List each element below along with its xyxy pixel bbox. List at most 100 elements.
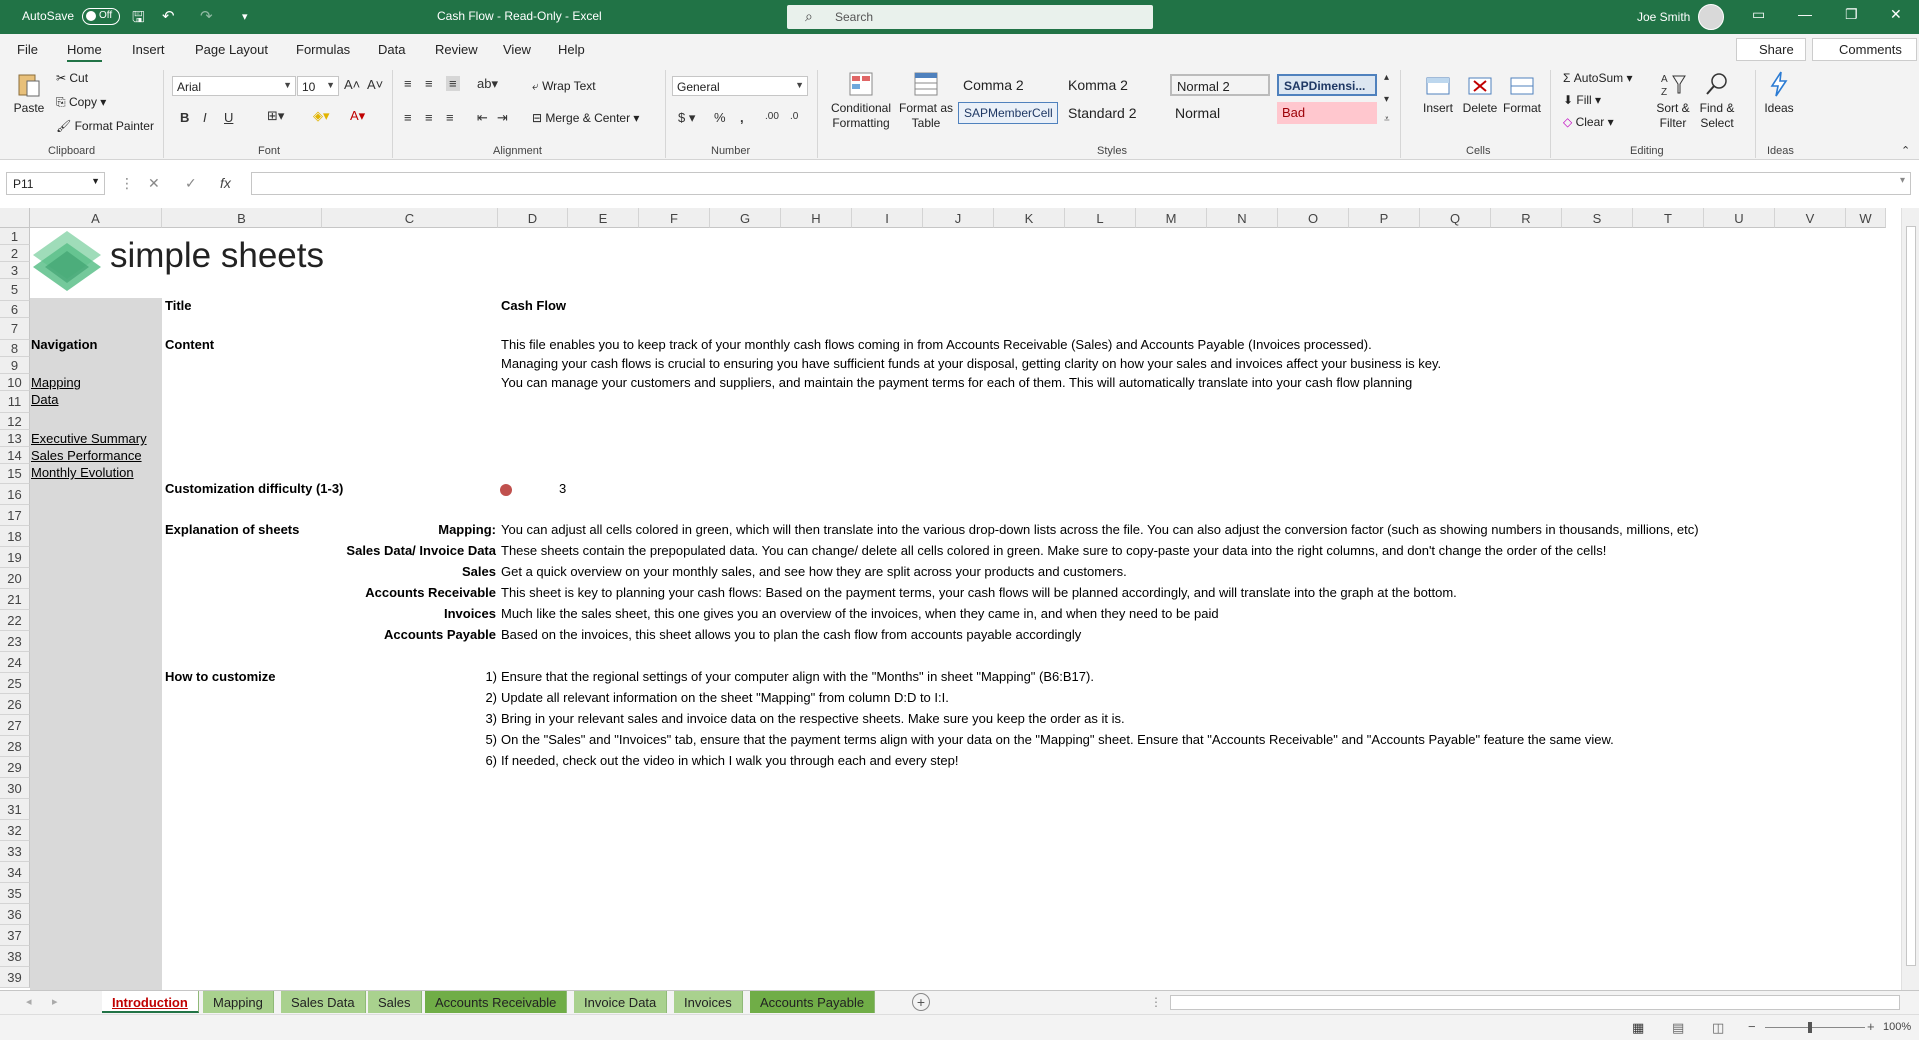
style-normal[interactable]: Normal [1170,102,1270,124]
column-header-s[interactable]: S [1562,208,1633,228]
autosave-toggle[interactable]: Off [82,8,120,25]
column-header-p[interactable]: P [1349,208,1420,228]
minimize-icon[interactable]: — [1798,6,1812,22]
sheet-tab-introduction[interactable]: Introduction [102,991,199,1013]
row-header-29[interactable]: 29 [0,757,30,778]
expand-formula-icon[interactable]: ▾ [1900,175,1905,186]
column-header-j[interactable]: J [923,208,994,228]
tab-home[interactable]: Home [67,42,102,62]
orientation-icon[interactable]: ab▾ [477,76,498,92]
number-format-select[interactable]: General ▼ [672,76,808,96]
nav-link-data[interactable]: Data [31,392,58,407]
font-family-select[interactable]: Arial ▼ [172,76,296,96]
bold-button[interactable]: B [180,110,189,125]
tab-splitter-icon[interactable]: ⋮ [1150,995,1162,1009]
format-as-table-button[interactable]: Format as Table [898,70,954,131]
zoom-in-icon[interactable]: + [1867,1019,1875,1034]
sort-filter-button[interactable]: AZ Sort & Filter [1652,70,1694,131]
italic-button[interactable]: I [203,110,207,125]
currency-icon[interactable]: $ ▾ [678,110,695,126]
user-name[interactable]: Joe Smith [1637,10,1690,24]
row-header-16[interactable]: 16 [0,484,30,505]
cancel-icon[interactable]: ✕ [148,175,160,192]
merge-center-button[interactable]: ⊟ Merge & Center ▾ [532,111,639,125]
tab-data[interactable]: Data [378,42,405,57]
column-header-l[interactable]: L [1065,208,1136,228]
row-header-24[interactable]: 24 [0,652,30,673]
restore-icon[interactable]: ❐ [1845,6,1858,23]
row-header-17[interactable]: 17 [0,505,30,526]
page-layout-view-icon[interactable]: ▤ [1672,1020,1684,1036]
row-header-36[interactable]: 36 [0,904,30,925]
column-header-f[interactable]: F [639,208,710,228]
scrollbar-thumb[interactable] [1906,226,1916,966]
spreadsheet-grid[interactable]: ABCDEFGHIJKLMNOPQRSTUVW 1 2 3 5 6 7 8 9 10 11 12 13… [0,208,1919,990]
column-header-a[interactable]: A [30,208,162,228]
align-center-icon[interactable]: ≡ [425,110,433,125]
horizontal-scrollbar[interactable] [1170,995,1900,1010]
clear-button[interactable]: ◇ Clear ▾ [1563,115,1614,129]
search-box[interactable]: ⌕ Search [787,5,1153,29]
enter-icon[interactable]: ✓ [185,175,197,192]
zoom-slider[interactable] [1765,1027,1865,1028]
align-left-icon[interactable]: ≡ [404,110,412,125]
percent-icon[interactable]: % [714,110,726,125]
row-header-25[interactable]: 25 [0,673,30,694]
row-header-21[interactable]: 21 [0,589,30,610]
styles-scroll-down-icon[interactable]: ▾ [1384,94,1389,105]
tab-formulas[interactable]: Formulas [296,42,350,57]
row-header-28[interactable]: 28 [0,736,30,757]
customize-qat-icon[interactable]: ▾ [242,10,248,23]
row-header-18[interactable]: 18 [0,526,30,547]
row-header-39[interactable]: 39 [0,967,30,988]
column-header-r[interactable]: R [1491,208,1562,228]
style-comma-2[interactable]: Comma 2 [958,74,1058,96]
column-header-k[interactable]: K [994,208,1065,228]
underline-button[interactable]: U [224,110,233,125]
format-painter-button[interactable]: 🖌 Format Painter [56,119,154,133]
tab-review[interactable]: Review [435,42,478,57]
decrease-indent-icon[interactable]: ⇤ [477,110,488,126]
tab-view[interactable]: View [503,42,531,57]
align-right-icon[interactable]: ≡ [446,110,454,125]
sheet-tab-invoice-data[interactable]: Invoice Data [574,991,668,1013]
avatar[interactable] [1698,4,1724,30]
delete-cells-button[interactable]: Delete [1460,70,1500,116]
row-header-10[interactable]: 10 [0,374,30,391]
align-middle-icon[interactable]: ≡ [425,76,433,91]
find-select-button[interactable]: Find & Select [1696,70,1738,131]
column-header-i[interactable]: I [852,208,923,228]
style-sapdimension[interactable]: SAPDimensi... [1277,74,1377,96]
conditional-formatting-button[interactable]: Conditional Formatting [826,70,896,131]
font-size-select[interactable]: 10 ▼ [297,76,339,96]
comma-style-icon[interactable]: , [740,110,744,125]
row-header-9[interactable]: 9 [0,357,30,374]
decrease-decimal-icon[interactable]: .0 [790,111,798,122]
autosum-button[interactable]: Σ AutoSum ▾ [1563,71,1632,85]
increase-font-icon[interactable]: A˄ [344,77,360,92]
style-bad[interactable]: Bad [1277,102,1377,124]
borders-icon[interactable]: ⊞▾ [267,108,284,124]
nav-link-mapping[interactable]: Mapping [31,375,81,390]
row-header-22[interactable]: 22 [0,610,30,631]
select-all-corner[interactable] [0,208,30,228]
sheet-tab-accounts-payable[interactable]: Accounts Payable [750,991,876,1013]
row-header-14[interactable]: 14 [0,447,30,464]
column-header-t[interactable]: T [1633,208,1704,228]
sheet-tab-sales-data[interactable]: Sales Data [281,991,366,1013]
column-header-q[interactable]: Q [1420,208,1491,228]
column-header-g[interactable]: G [710,208,781,228]
style-sapmembercell[interactable]: SAPMemberCell [958,102,1058,124]
name-box[interactable]: P11 ▼ [6,172,105,195]
column-header-o[interactable]: O [1278,208,1349,228]
row-header-34[interactable]: 34 [0,862,30,883]
sheet-tab-invoices[interactable]: Invoices [674,991,743,1013]
paste-button[interactable]: Paste [10,70,48,116]
row-header-30[interactable]: 30 [0,778,30,799]
insert-function-icon[interactable]: fx [220,175,231,191]
zoom-out-icon[interactable]: − [1748,1019,1756,1034]
tab-insert[interactable]: Insert [132,42,165,57]
fill-button[interactable]: ⬇ Fill ▾ [1563,93,1601,107]
increase-decimal-icon[interactable]: .00 [765,111,779,122]
row-header-31[interactable]: 31 [0,799,30,820]
